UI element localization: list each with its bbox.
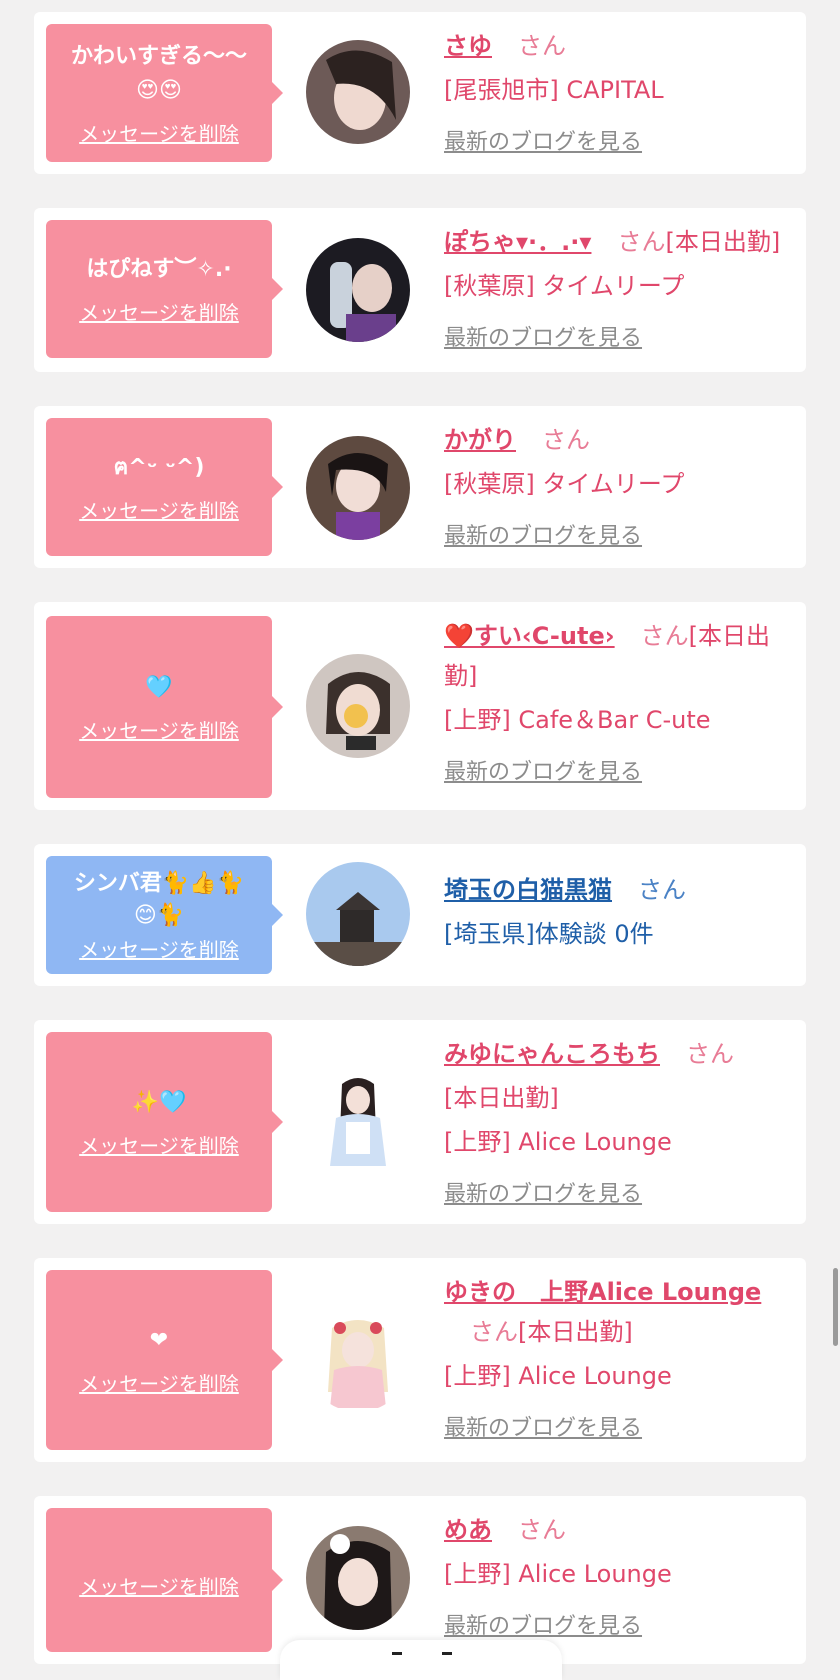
message-card: ❤ メッセージを削除 ゆきの 上野Alice Lounge さん[本日出勤] [上… [34,1258,806,1462]
message-text: ✨🩵 [131,1089,187,1115]
message-card: ฅ^ᵕ ᵕ^) メッセージを削除 かがり さん [秋葉原] タイムリープ 最新のブ… [34,406,806,568]
delete-message-link[interactable]: メッセージを削除 [79,1571,239,1600]
message-bubble: 🩵 メッセージを削除 [46,616,283,798]
latest-blog-link[interactable]: 最新のブログを見る [444,1410,642,1442]
latest-blog-link[interactable]: 最新のブログを見る [444,124,642,156]
message-bubble: ฅ^ᵕ ᵕ^) メッセージを削除 [46,418,283,556]
delete-message-link[interactable]: メッセージを削除 [79,934,239,963]
honorific: さん [640,622,689,650]
shop-label: [秋葉原] タイムリープ [444,272,685,300]
name-line: めあ さん [444,1510,796,1550]
profile-info: めあ さん [上野] Alice Lounge 最新のブログを見る [444,1510,796,1640]
avatar[interactable] [306,238,410,342]
latest-blog-link[interactable]: 最新のブログを見る [444,1608,642,1640]
message-card: メッセージを削除 めあ さん [上野] Alice Lounge 最新のブログを見… [34,1496,806,1664]
delete-message-link[interactable]: メッセージを削除 [79,297,239,326]
avatar[interactable] [306,436,410,540]
profile-name-link[interactable]: めあ [444,1516,492,1544]
bottom-toolbar [280,1640,562,1680]
profile-info: さゆ さん [尾張旭市] CAPITAL 最新のブログを見る [444,26,796,156]
message-text: はぴねす︶✧.· [86,256,232,282]
name-line: 埼玉の白猫黒猫 さん [444,870,796,910]
delete-message-link[interactable]: メッセージを削除 [79,495,239,524]
profile-name-link[interactable]: さゆ [444,32,492,60]
toolbar-dash-icon [392,1652,402,1655]
avatar[interactable] [306,1308,410,1412]
shop-label: [尾張旭市] CAPITAL [444,76,664,104]
message-text: 🩵 [145,674,173,700]
message-card: かわいすぎる〜〜 😍😍 メッセージを削除 さゆ さん [尾張旭市] CAPITAL… [34,12,806,174]
shop-label: [秋葉原] タイムリープ [444,470,685,498]
latest-blog-link[interactable]: 最新のブログを見る [444,320,642,352]
avatar[interactable] [306,1526,410,1630]
profile-info: ❤️すい‹C-ute› さん[本日出勤] [上野] Cafe＆Bar C-ute … [444,616,796,786]
message-text: ฅ^ᵕ ᵕ^) [113,454,205,480]
avatar[interactable] [306,1070,410,1174]
avatar[interactable] [306,40,410,144]
latest-blog-link[interactable]: 最新のブログを見る [444,1176,642,1208]
honorific: さん [686,1040,734,1068]
name-line: かがり さん [444,420,796,460]
message-card: はぴねす︶✧.· メッセージを削除 ぽちゃ▾·．.·▾ さん[本日出勤] [秋葉原… [34,208,806,372]
avatar[interactable] [306,654,410,758]
honorific: さん [518,32,566,60]
shop-label: [上野] Alice Lounge [444,1362,672,1390]
message-bubble: シンバ君🐈👍🐈 😊🐈 メッセージを削除 [46,856,283,974]
shop-label: [上野] Alice Lounge [444,1128,672,1156]
latest-blog-link[interactable]: 最新のブログを見る [444,518,642,550]
name-line: さゆ さん [444,26,796,66]
name-line: ゆきの 上野Alice Lounge さん[本日出勤] [444,1272,796,1352]
delete-message-link[interactable]: メッセージを削除 [79,118,239,147]
message-bubble: メッセージを削除 [46,1508,283,1652]
message-text: ❤ [149,1327,169,1353]
profile-info: みゆにゃんころもち さん [本日出勤] [上野] Alice Lounge 最新の… [444,1034,796,1208]
profile-info: ゆきの 上野Alice Lounge さん[本日出勤] [上野] Alice Lo… [444,1272,796,1442]
honorific: さん [542,426,590,454]
message-card: ✨🩵 メッセージを削除 みゆにゃんころもち さん [本日出勤] [上野] Alic… [34,1020,806,1224]
status-badge: [本日出勤] [444,1084,559,1112]
profile-info: 埼玉の白猫黒猫 さん [埼玉県]体験談 0件 [444,870,796,954]
shop-label: [上野] Cafe＆Bar C-ute [444,706,711,734]
message-bubble: かわいすぎる〜〜 😍😍 メッセージを削除 [46,24,283,162]
status-badge: [本日出勤] [518,1318,633,1346]
honorific: さん [518,1516,566,1544]
profile-name-link[interactable]: みゆにゃんころもち [444,1040,660,1068]
message-card: 🩵 メッセージを削除 ❤️すい‹C-ute› さん[本日出勤] [上野] Cafe… [34,602,806,810]
profile-info: かがり さん [秋葉原] タイムリープ 最新のブログを見る [444,420,796,550]
honorific: さん [617,228,666,256]
name-line: ❤️すい‹C-ute› さん[本日出勤] [444,616,796,696]
message-bubble: はぴねす︶✧.· メッセージを削除 [46,220,283,358]
toolbar-dash-icon [442,1652,452,1655]
message-bubble: ✨🩵 メッセージを削除 [46,1032,283,1212]
delete-message-link[interactable]: メッセージを削除 [79,1130,239,1159]
profile-name-link[interactable]: ゆきの 上野Alice Lounge [444,1278,761,1306]
latest-blog-link[interactable]: 最新のブログを見る [444,754,642,786]
name-line: みゆにゃんころもち さん [444,1034,796,1074]
avatar[interactable] [306,862,410,966]
profile-info: ぽちゃ▾·．.·▾ さん[本日出勤] [秋葉原] タイムリープ 最新のブログを見る [444,222,796,352]
delete-message-link[interactable]: メッセージを削除 [79,715,239,744]
honorific: さん [638,876,686,904]
delete-message-link[interactable]: メッセージを削除 [79,1368,239,1397]
message-text: かわいすぎる〜〜 😍😍 [70,43,247,103]
profile-name-link[interactable]: ぽちゃ▾·．.·▾ [444,228,591,256]
status-badge: [本日出勤] [665,228,781,256]
message-text: シンバ君🐈👍🐈 😊🐈 [73,870,245,928]
profile-name-link[interactable]: かがり [444,426,516,454]
honorific: さん [470,1318,518,1346]
shop-label: [埼玉県]体験談 0件 [444,920,654,948]
message-bubble: ❤ メッセージを削除 [46,1270,283,1450]
message-card: シンバ君🐈👍🐈 😊🐈 メッセージを削除 埼玉の白猫黒猫 さん [埼玉県]体験談 0… [34,844,806,986]
profile-name-link[interactable]: 埼玉の白猫黒猫 [444,876,612,904]
shop-label: [上野] Alice Lounge [444,1560,672,1588]
profile-name-link[interactable]: ❤️すい‹C-ute› [444,622,615,650]
name-line: ぽちゃ▾·．.·▾ さん[本日出勤] [444,222,796,262]
scrollbar[interactable] [833,1268,838,1346]
